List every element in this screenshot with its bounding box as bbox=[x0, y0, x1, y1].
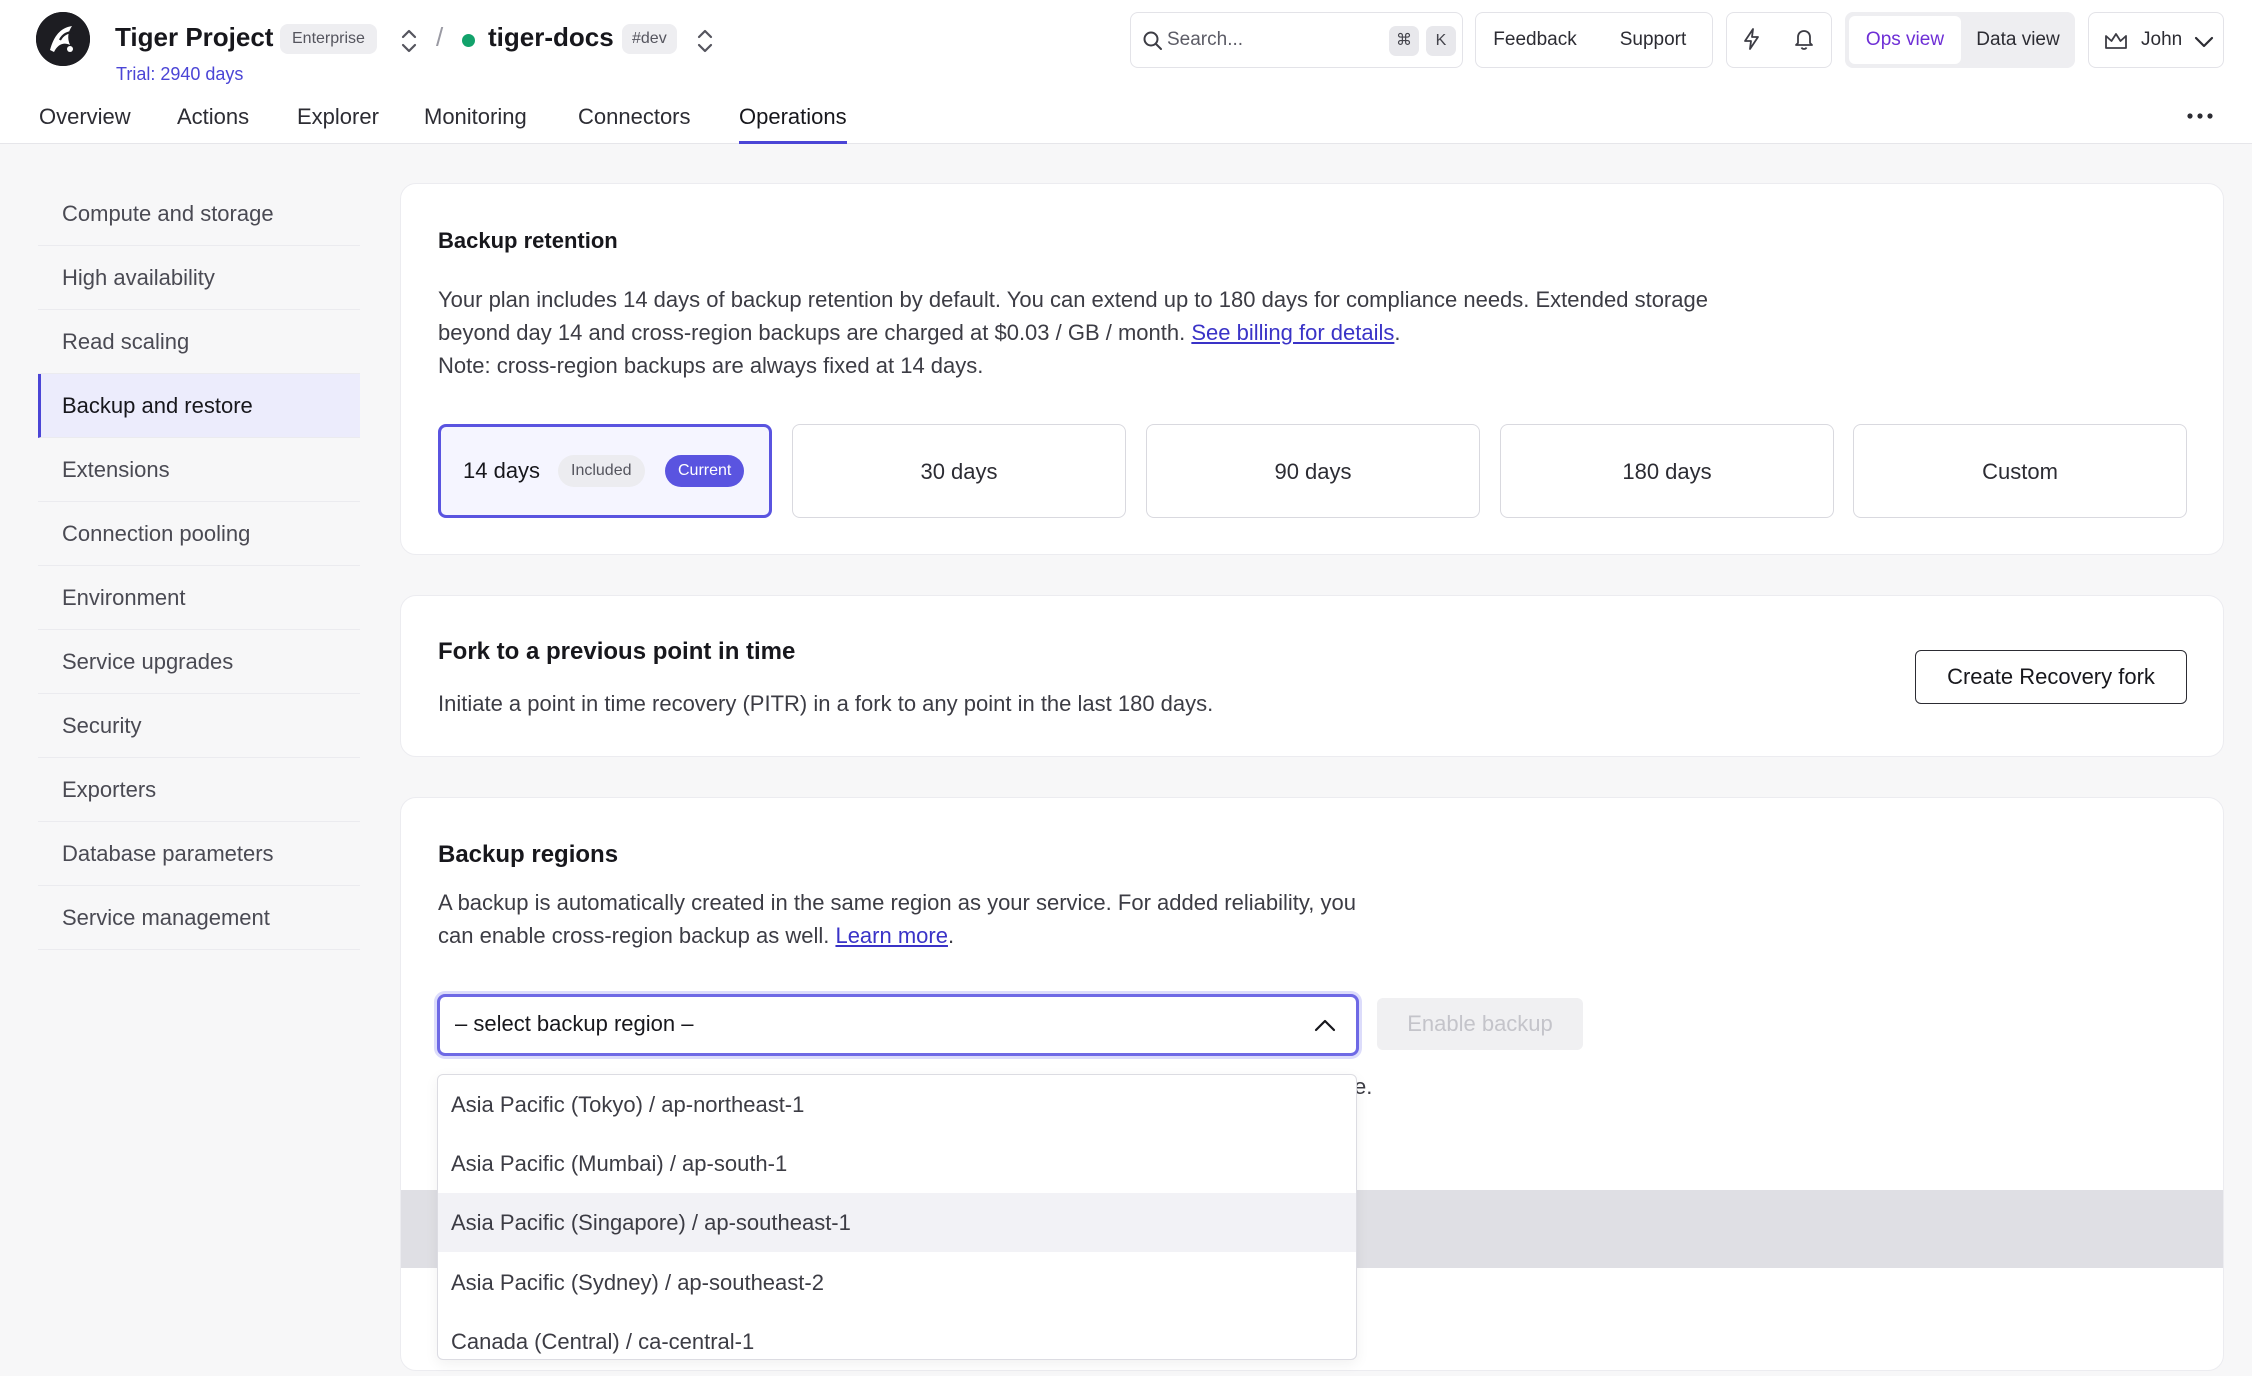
backup-regions-desc-line2: can enable cross-region backup as well. … bbox=[438, 919, 954, 952]
view-toggle: Ops view Data view bbox=[1845, 12, 2075, 68]
ops-view-toggle[interactable]: Ops view bbox=[1849, 16, 1961, 64]
retention-option-90-days[interactable]: 90 days bbox=[1146, 424, 1480, 518]
tab-operations[interactable]: Operations bbox=[739, 104, 847, 144]
project-switcher-icon[interactable] bbox=[398, 26, 420, 56]
actions-button[interactable] bbox=[1726, 12, 1778, 68]
chevron-down-icon bbox=[2194, 36, 2214, 48]
sidebar-item-connection-pooling[interactable]: Connection pooling bbox=[38, 502, 360, 566]
backup-retention-card: Backup retention Your plan includes 14 d… bbox=[400, 183, 2224, 555]
backup-retention-title: Backup retention bbox=[438, 228, 618, 253]
tab-actions[interactable]: Actions bbox=[177, 104, 249, 144]
service-switcher-icon[interactable] bbox=[694, 26, 716, 56]
fork-desc: Initiate a point in time recovery (PITR)… bbox=[438, 691, 1214, 716]
included-badge: Included bbox=[558, 455, 645, 487]
search-icon bbox=[1143, 31, 1162, 50]
billing-details-link[interactable]: See billing for details bbox=[1191, 320, 1394, 345]
chevron-up-icon bbox=[1314, 1019, 1336, 1032]
sidebar-item-service-upgrades[interactable]: Service upgrades bbox=[38, 630, 360, 694]
bolt-icon bbox=[1744, 28, 1759, 50]
sidebar-item-security[interactable]: Security bbox=[38, 694, 360, 758]
breadcrumb-separator: / bbox=[436, 22, 444, 52]
backup-retention-desc-line1: Your plan includes 14 days of backup ret… bbox=[438, 287, 1708, 312]
sidebar-item-database-parameters[interactable]: Database parameters bbox=[38, 822, 360, 886]
more-options-button[interactable] bbox=[2180, 100, 2220, 134]
enable-backup-button[interactable]: Enable backup bbox=[1377, 998, 1583, 1050]
crown-icon bbox=[2105, 33, 2127, 49]
shortcut-k-key: K bbox=[1426, 26, 1456, 56]
top-header: Tiger Project Enterprise Trial: 2940 day… bbox=[0, 0, 2252, 144]
data-view-toggle[interactable]: Data view bbox=[1965, 16, 2071, 64]
tab-explorer[interactable]: Explorer bbox=[297, 104, 379, 144]
shortcut-cmd-key: ⌘ bbox=[1389, 26, 1419, 56]
region-option-ap-southeast-2[interactable]: Asia Pacific (Sydney) / ap-southeast-2 bbox=[438, 1253, 1356, 1312]
user-name: John bbox=[2141, 29, 2183, 50]
backup-regions-title: Backup regions bbox=[438, 841, 619, 868]
retention-option-30-days[interactable]: 30 days bbox=[792, 424, 1126, 518]
sidebar-item-service-management[interactable]: Service management bbox=[38, 886, 360, 950]
sidebar-item-read-scaling[interactable]: Read scaling bbox=[38, 310, 360, 374]
env-badge: #dev bbox=[622, 24, 677, 54]
sidebar-item-environment[interactable]: Environment bbox=[38, 566, 360, 630]
tab-monitoring[interactable]: Monitoring bbox=[424, 104, 527, 144]
user-menu-button[interactable]: John bbox=[2088, 12, 2224, 68]
backup-retention-desc-line2: beyond day 14 and cross-region backups a… bbox=[438, 316, 1401, 349]
service-name[interactable]: tiger-docs bbox=[488, 22, 614, 53]
backup-region-select-value: – select backup region – bbox=[455, 1011, 694, 1036]
backup-region-select[interactable]: – select backup region – bbox=[437, 994, 1359, 1056]
region-option-ap-southeast-1[interactable]: Asia Pacific (Singapore) / ap-southeast-… bbox=[438, 1193, 1356, 1252]
more-icon bbox=[2187, 113, 2213, 119]
backup-regions-desc-text: can enable cross-region backup as well. bbox=[438, 923, 836, 948]
tab-overview[interactable]: Overview bbox=[39, 104, 131, 144]
region-option-ca-central-1[interactable]: Canada (Central) / ca-central-1 bbox=[438, 1312, 1356, 1359]
region-option-ap-northeast-1[interactable]: Asia Pacific (Tokyo) / ap-northeast-1 bbox=[438, 1075, 1356, 1134]
search-input[interactable]: Search... ⌘ K bbox=[1130, 12, 1463, 68]
feedback-button[interactable]: Feedback bbox=[1476, 13, 1594, 67]
retention-option-label: 14 days bbox=[463, 458, 541, 483]
backup-region-dropdown: Asia Pacific (Tokyo) / ap-northeast-1 As… bbox=[437, 1074, 1357, 1360]
notifications-button[interactable] bbox=[1778, 12, 1830, 68]
service-status-dot bbox=[462, 34, 475, 47]
current-badge: Current bbox=[665, 455, 745, 487]
region-option-ap-south-1[interactable]: Asia Pacific (Mumbai) / ap-south-1 bbox=[438, 1134, 1356, 1193]
sidebar-item-high-availability[interactable]: High availability bbox=[38, 246, 360, 310]
bell-icon bbox=[1795, 30, 1813, 50]
fork-pitr-card: Fork to a previous point in time Initiat… bbox=[400, 595, 2224, 757]
project-name[interactable]: Tiger Project bbox=[115, 22, 273, 53]
fork-title: Fork to a previous point in time bbox=[438, 638, 796, 665]
support-button[interactable]: Support bbox=[1594, 13, 1712, 67]
backup-regions-desc-period: . bbox=[947, 923, 955, 948]
learn-more-link[interactable]: Learn more bbox=[835, 923, 948, 948]
main-tabs: Overview Actions Explorer Monitoring Con… bbox=[0, 100, 1400, 144]
help-button-group: Feedback Support bbox=[1475, 12, 1713, 68]
sidebar-item-backup-and-restore[interactable]: Backup and restore bbox=[38, 374, 360, 438]
backup-retention-desc-period: . bbox=[1394, 320, 1401, 345]
retention-option-14-days[interactable]: 14 days Included Current bbox=[438, 424, 772, 518]
tab-connectors[interactable]: Connectors bbox=[578, 104, 691, 144]
sidebar-item-extensions[interactable]: Extensions bbox=[38, 438, 360, 502]
sidebar-item-exporters[interactable]: Exporters bbox=[38, 758, 360, 822]
logo-icon[interactable] bbox=[36, 12, 90, 66]
backup-regions-desc-line1: A backup is automatically created in the… bbox=[438, 890, 1356, 915]
create-recovery-fork-button[interactable]: Create Recovery fork bbox=[1915, 650, 2187, 704]
sidebar-item-compute-and-storage[interactable]: Compute and storage bbox=[38, 182, 360, 246]
retention-option-custom[interactable]: Custom bbox=[1853, 424, 2187, 518]
trial-days[interactable]: Trial: 2940 days bbox=[116, 64, 243, 85]
retention-option-180-days[interactable]: 180 days bbox=[1500, 424, 1834, 518]
plan-badge: Enterprise bbox=[280, 24, 377, 54]
search-placeholder: Search... bbox=[1167, 29, 1244, 50]
backup-retention-note: Note: cross-region backups are always fi… bbox=[438, 353, 984, 378]
backup-retention-desc-text: beyond day 14 and cross-region backups a… bbox=[438, 320, 1192, 345]
